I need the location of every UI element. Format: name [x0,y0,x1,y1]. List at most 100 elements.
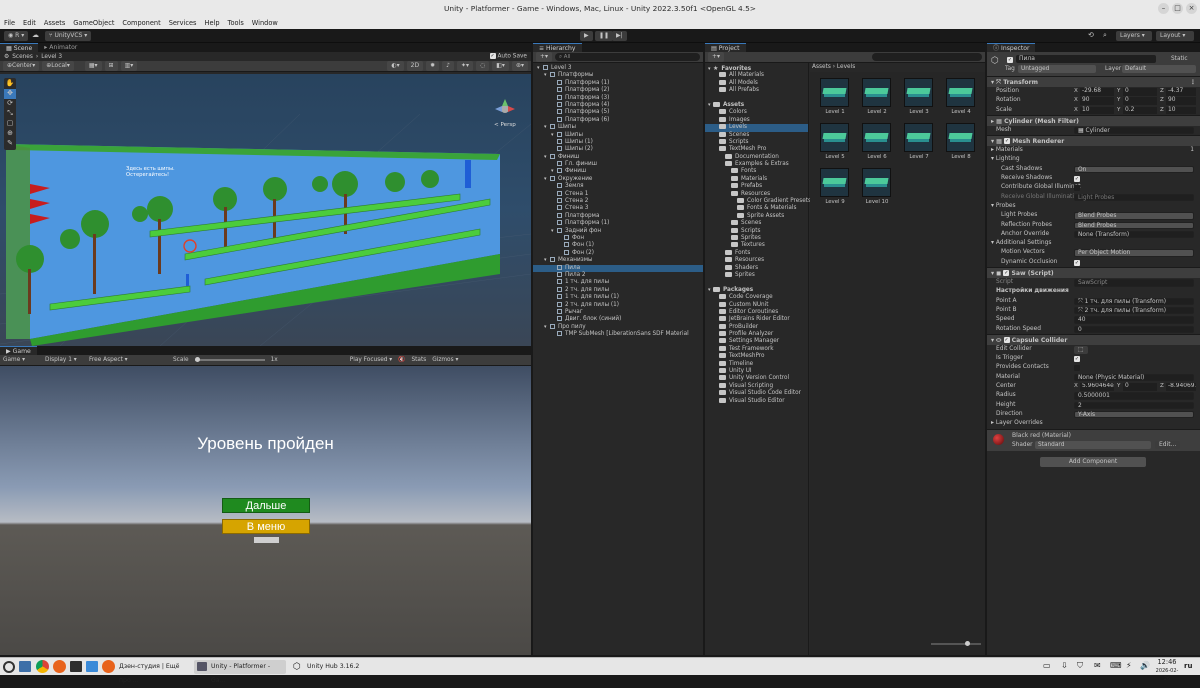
transform-y-field[interactable]: 0 [1123,88,1157,96]
project-folder-item[interactable]: Sprite Assets [705,212,808,220]
mute-icon[interactable]: 🔇 [398,357,405,363]
hierarchy-item[interactable]: Земля [533,183,703,190]
hidden-button[interactable] [254,537,279,543]
project-folder-item[interactable]: ProBuilder [705,323,808,331]
projection-label[interactable]: < Persp [494,122,516,128]
account-dropdown[interactable]: ◉ R ▾ [4,31,29,41]
project-folder-item[interactable]: Custom NUnit [705,301,808,309]
level-asset-thumbnail[interactable] [904,123,933,152]
project-folder-item[interactable]: Code Coverage [705,294,808,301]
project-folder-item[interactable]: All Materials [705,72,808,79]
files-icon[interactable] [86,661,98,672]
point-b-field[interactable]: ⤧ 2 тч. для пилы (Transform) [1074,306,1194,315]
gizmos-button[interactable]: Gizmos ▾ [432,357,458,363]
hierarchy-item[interactable]: Платформа [533,212,703,220]
level-asset-thumbnail[interactable] [820,168,849,197]
project-search-input[interactable] [872,53,982,61]
level-asset-thumbnail[interactable] [946,123,975,152]
hierarchy-item[interactable]: Шипы (1) [533,138,703,146]
tab-hierarchy[interactable]: ≡ Hierarchy [533,43,582,52]
hierarchy-item[interactable]: ▾ Платформы [533,72,703,79]
scene-viewport[interactable]: Здесь есть шипы. Остерегайтесь! < Persp … [0,74,531,346]
cast-shadows-dropdown[interactable]: On [1074,165,1194,174]
mail-icon[interactable]: ✉ [1094,661,1101,670]
thumbnail-size-slider[interactable] [931,641,981,646]
project-folder-item[interactable]: All Models [705,79,808,87]
toggle-2d-button[interactable]: 2D [406,61,424,71]
breadcrumb-levels[interactable]: Levels [837,64,855,70]
hierarchy-item[interactable]: Пила 2 [533,271,703,279]
hierarchy-item[interactable]: ▾ Окружение [533,175,703,183]
play-focused-dropdown[interactable]: Play Focused ▾ [350,357,393,363]
project-folder-item[interactable]: Scripts [705,138,808,146]
project-folder-item[interactable]: Test Framework [705,345,808,353]
hierarchy-item[interactable]: Двиг. блок (синий) [533,316,703,323]
project-folder-item[interactable]: Unity UI [705,368,808,375]
task-unity-editor[interactable]: Unity - Platformer - Ga... [194,660,286,684]
hierarchy-item[interactable]: Стена 3 [533,205,703,212]
hidden-objects-icon[interactable]: ◌ [476,61,490,71]
rotate-tool-icon[interactable]: ⟳ [4,99,16,109]
project-folder-item[interactable]: Timeline [705,360,808,368]
hierarchy-item[interactable]: Платформа (6) [533,116,703,124]
project-folder-item[interactable]: Settings Manager [705,338,808,345]
search-icon[interactable]: ⌕ [1103,31,1107,40]
center-y-field[interactable]: 0 [1123,383,1157,391]
project-folder-item[interactable]: Visual Studio Code Editor [705,390,808,397]
language-indicator[interactable]: ru [1184,662,1192,670]
create-dropdown[interactable]: +▾ [536,52,553,62]
radius-field[interactable]: 0.5000001 [1074,392,1194,400]
hierarchy-item[interactable]: 1 тч. для пилы [533,279,703,286]
stats-button[interactable]: Stats [411,357,426,363]
hierarchy-item[interactable]: 2 тч. для пилы (1) [533,301,703,309]
effects-icon[interactable]: ✦▾ [456,61,474,71]
menu-gameobject[interactable]: GameObject [73,19,114,27]
motion-vectors-dropdown[interactable]: Per Object Motion [1074,249,1194,257]
project-folder-item[interactable]: Levels [705,124,808,132]
display-dropdown[interactable]: Display 1 ▾ [45,357,83,363]
project-folder-item[interactable]: Fonts & Materials [705,205,808,212]
hierarchy-item[interactable]: Гл. финиш [533,161,703,168]
hand-tool-icon[interactable]: ✋ [4,79,16,89]
maximize-icon[interactable]: □ [1172,3,1183,14]
project-folder-item[interactable]: ▾ Assets [705,101,808,109]
transform-z-field[interactable]: 90 [1166,97,1196,105]
mesh-field[interactable]: ▦ Cylinder [1074,126,1194,135]
task-unity-hub[interactable]: ⬡ Unity Hub 3.16.2 [290,660,366,674]
anchor-override-field[interactable]: None (Transform) [1074,230,1194,239]
breadcrumb-scenes[interactable]: Scenes [12,54,33,60]
rotation-speed-field[interactable]: 0 [1074,325,1194,334]
project-folder-item[interactable]: JetBrains Rider Editor [705,316,808,323]
materials-row[interactable]: ▸ Materials 1 [987,146,1200,155]
project-folder-item[interactable]: Scripts [705,227,808,235]
cloud-icon[interactable]: ☁ [32,31,39,39]
scale-tool-icon[interactable]: ⤡ [4,109,16,119]
level-asset-thumbnail[interactable] [862,123,891,152]
project-folder-item[interactable]: Visual Studio Editor [705,397,808,405]
receive-shadows-checkbox[interactable]: ✓ [1074,176,1080,183]
layer-overrides-row[interactable]: ▸ Layer Overrides [987,419,1200,428]
hierarchy-item[interactable]: Платформа (2) [533,87,703,94]
project-create-dropdown[interactable]: +▾ [708,52,725,62]
hierarchy-item[interactable]: ▾ Шипы [533,131,703,139]
transform-x-field[interactable]: -29.68 [1080,88,1114,96]
project-folder-item[interactable]: ▾ ★ Favorites [705,65,808,72]
tab-project[interactable]: ▤ Project [705,43,746,52]
hierarchy-item[interactable]: Пила [533,264,703,272]
project-folder-item[interactable]: ▾ Packages [705,286,808,294]
minimize-icon[interactable]: – [1158,3,1169,14]
project-folder-item[interactable]: Textures [705,242,808,249]
menu-component[interactable]: Component [122,19,160,27]
custom-tool-icon[interactable]: ✎ [4,139,16,149]
project-folder-item[interactable]: Shaders [705,264,808,272]
menu-file[interactable]: File [4,19,15,27]
project-folder-item[interactable]: Resources [705,257,808,264]
probes-row[interactable]: ▾ Probes [987,202,1200,211]
menu-window[interactable]: Window [252,19,278,27]
layout-dropdown[interactable]: Layout ▾ [1156,31,1194,41]
tag-dropdown[interactable]: Untagged [1018,65,1096,73]
project-folder-item[interactable]: TextMesh Pro [705,146,808,153]
menu-button[interactable]: В меню [222,519,310,534]
hierarchy-item[interactable]: Фон [533,234,703,242]
transform-tool-icon[interactable]: ⊕ [4,129,16,139]
